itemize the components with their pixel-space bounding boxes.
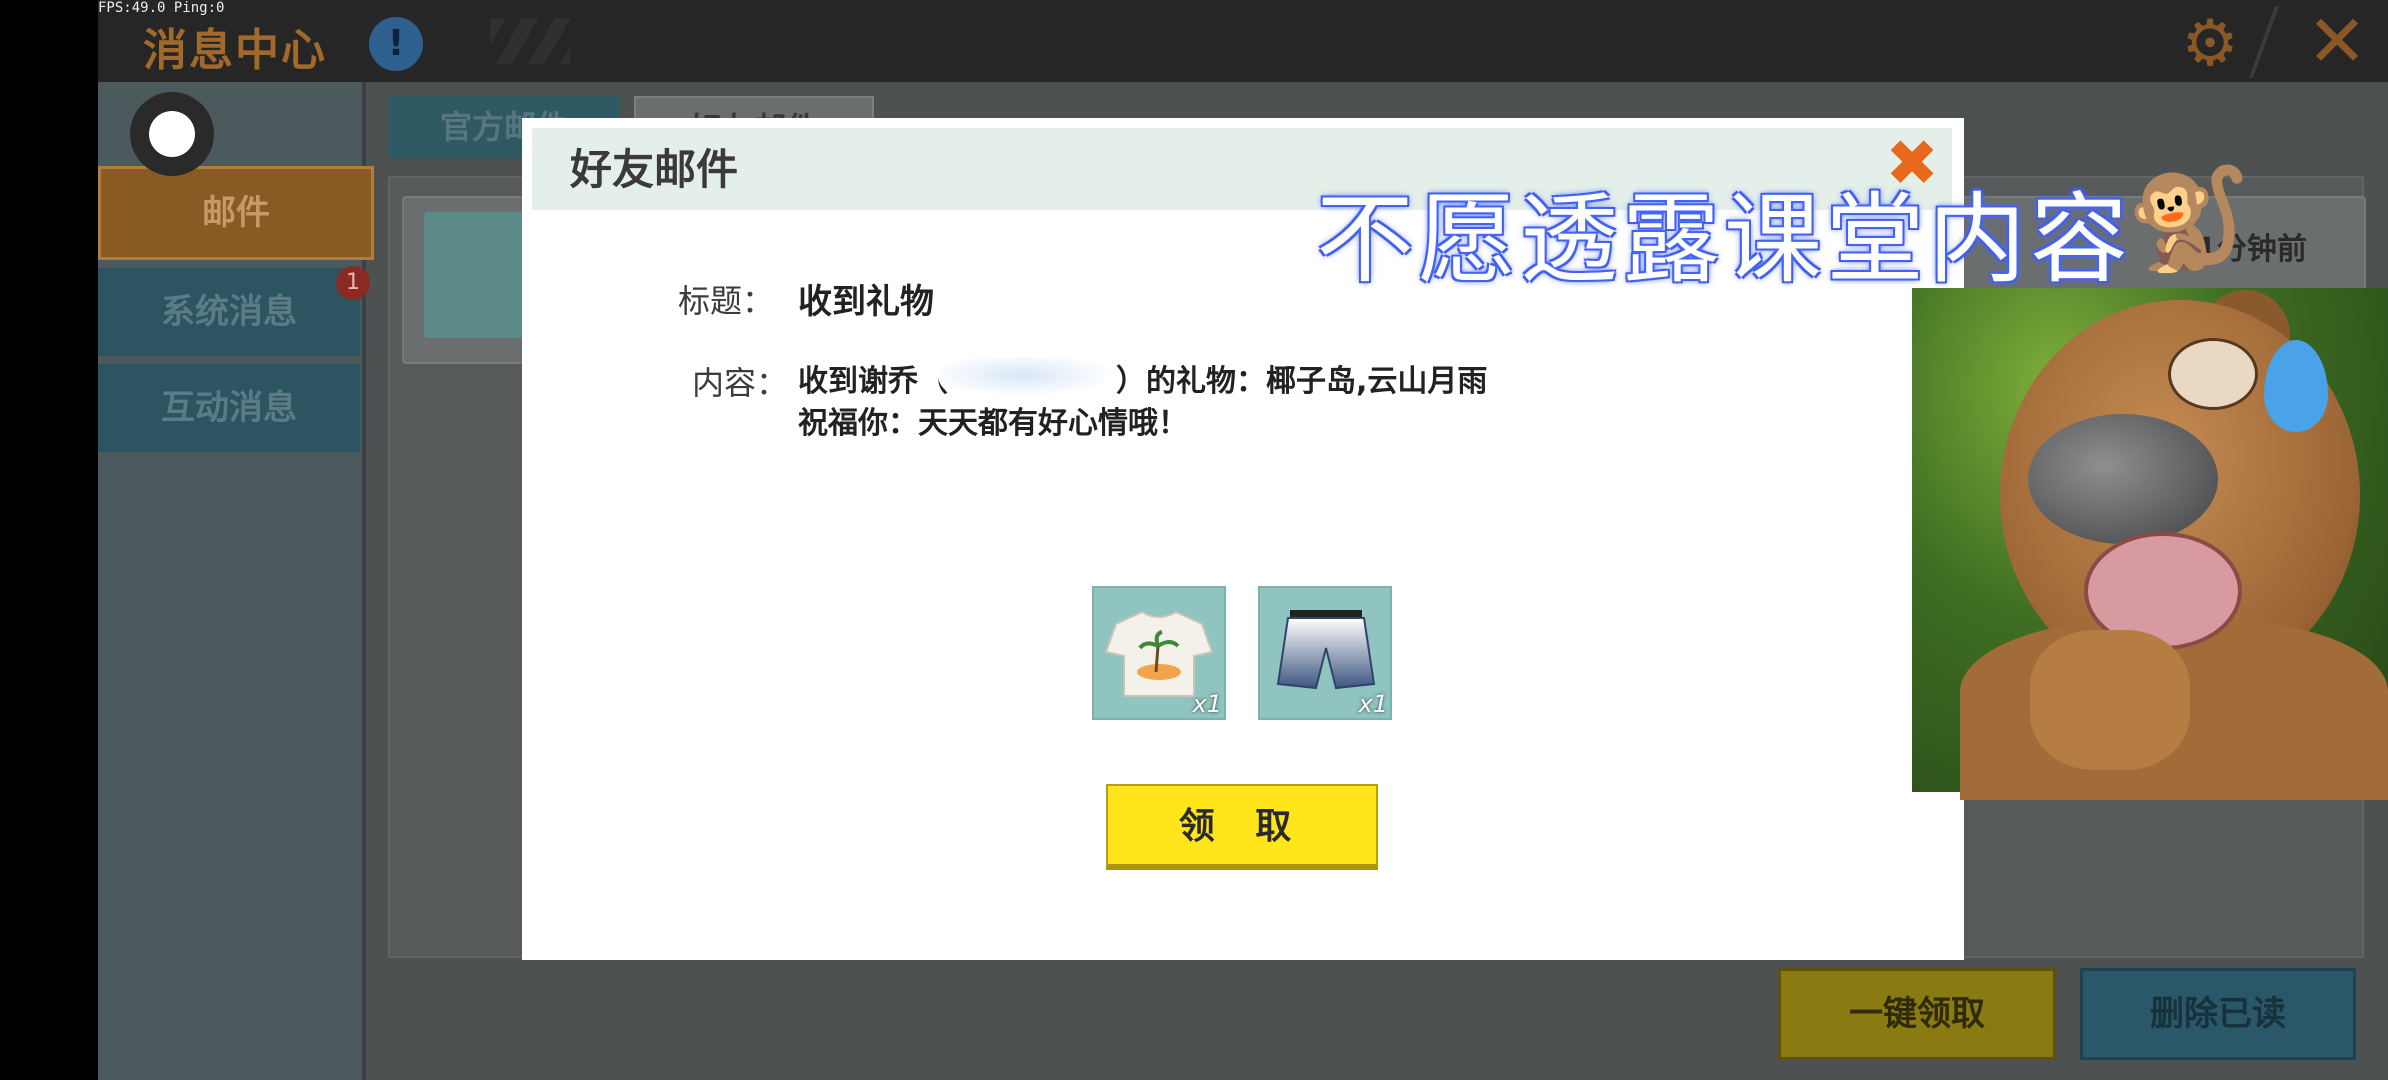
sidebar-item-system-messages[interactable]: 系统消息	[98, 268, 360, 356]
reward-item-shirt[interactable]: x1	[1092, 586, 1226, 720]
content-label: 内容：	[692, 364, 789, 402]
record-dot-icon	[149, 111, 195, 157]
page-title: 消息中心	[143, 25, 327, 76]
claim-all-button[interactable]: 一键领取	[1778, 968, 2056, 1060]
bear-paw	[2030, 630, 2190, 770]
sidebar-item-interaction-messages[interactable]: 互动消息	[98, 364, 360, 452]
content-line-1: 收到谢乔（ ）的礼物：椰子岛,云山月雨	[798, 356, 1487, 400]
dialog-title: 好友邮件	[570, 145, 739, 194]
gear-icon[interactable]: ⚙	[2178, 12, 2242, 76]
left-black-bar	[0, 0, 98, 1080]
redaction-blur	[938, 356, 1106, 394]
header-stripe-decoration	[490, 18, 570, 64]
reward-item-shorts[interactable]: x1	[1258, 586, 1392, 720]
notification-badge: 1	[336, 266, 370, 300]
delete-read-button[interactable]: 删除已读	[2080, 968, 2356, 1060]
content-prefix: 收到谢乔（	[798, 364, 948, 399]
subject-label: 标题：	[678, 282, 775, 320]
item-quantity: x1	[1192, 690, 1222, 718]
subject-value: 收到礼物	[798, 282, 934, 322]
bear-eye	[2168, 338, 2258, 410]
monkey-icon: 🐒	[2126, 160, 2251, 277]
top-header-bar	[98, 0, 2388, 82]
sidebar-item-mail[interactable]: 邮件	[98, 166, 374, 260]
close-icon[interactable]: ✕	[2302, 5, 2372, 77]
content-line-2: 祝福你：天天都有好心情哦！	[798, 406, 1188, 441]
overlay-caption: 不愿透露课堂内容	[1316, 183, 2133, 297]
claim-button[interactable]: 领 取	[1106, 784, 1378, 870]
content-suffix: ）的礼物：椰子岛,云山月雨	[1116, 364, 1488, 399]
item-quantity: x1	[1358, 690, 1388, 718]
bear-nose	[2028, 414, 2218, 544]
info-icon[interactable]: !	[369, 17, 423, 71]
